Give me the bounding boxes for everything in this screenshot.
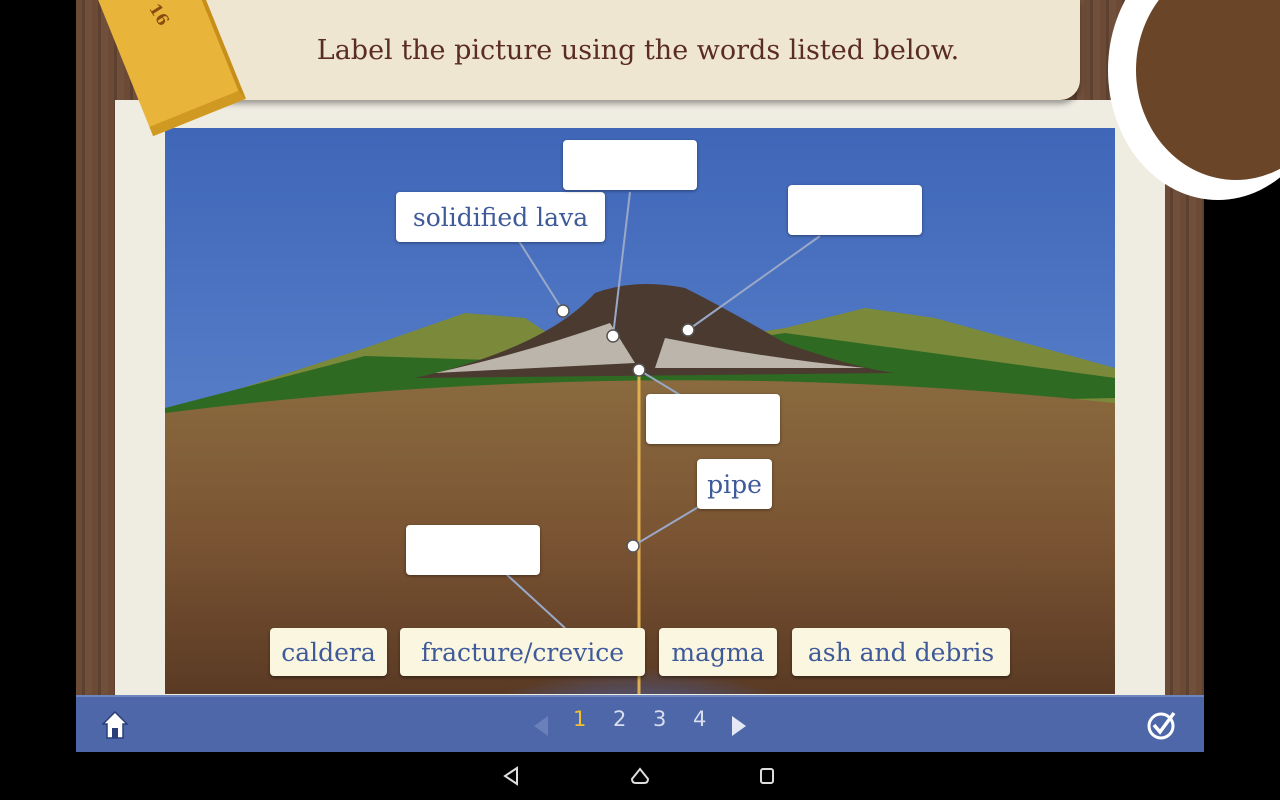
- ruler-number: 16: [145, 0, 174, 30]
- triangle-right-icon[interactable]: [730, 715, 748, 737]
- android-nav-bar: [0, 752, 1280, 800]
- page-4[interactable]: 4: [693, 707, 706, 731]
- placed-label-solidified-lava[interactable]: solidified lava: [396, 192, 605, 242]
- page-2[interactable]: 2: [613, 707, 626, 731]
- volcano-picture: [165, 128, 1115, 694]
- home-icon[interactable]: [102, 711, 128, 739]
- page-3[interactable]: 3: [653, 707, 666, 731]
- triangle-left-icon[interactable]: [532, 715, 550, 737]
- empty-label-slot[interactable]: [406, 525, 540, 575]
- home-nav-icon[interactable]: [630, 766, 650, 786]
- instruction-banner: Label the picture using the words listed…: [196, 0, 1080, 100]
- bottom-toolbar: 1 2 3 4: [76, 695, 1204, 752]
- word-magma[interactable]: magma: [659, 628, 777, 676]
- word-fracture-crevice[interactable]: fracture/crevice: [400, 628, 645, 676]
- empty-label-slot[interactable]: [646, 394, 780, 444]
- placed-label-pipe[interactable]: pipe: [697, 459, 772, 509]
- instruction-text: Label the picture using the words listed…: [316, 34, 960, 66]
- word-ash-and-debris[interactable]: ash and debris: [792, 628, 1010, 676]
- check-circle-icon[interactable]: [1146, 709, 1178, 741]
- empty-label-slot[interactable]: [788, 185, 922, 235]
- back-icon[interactable]: [502, 766, 520, 786]
- word-caldera[interactable]: caldera: [270, 628, 387, 676]
- page-1[interactable]: 1: [573, 707, 586, 731]
- recents-icon[interactable]: [758, 766, 776, 786]
- empty-label-slot[interactable]: [563, 140, 697, 190]
